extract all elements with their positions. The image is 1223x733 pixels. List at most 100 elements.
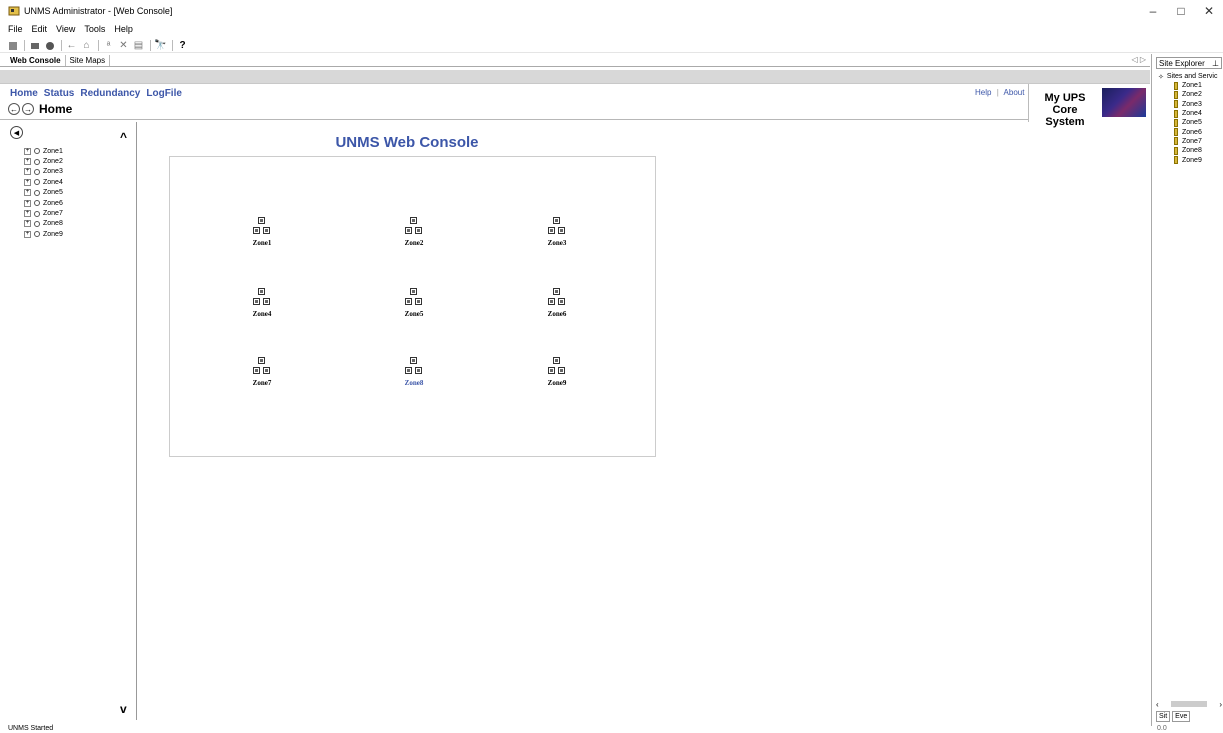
nav-status[interactable]: Status [44, 88, 75, 99]
tree-item[interactable]: + Zone7 [24, 208, 63, 218]
site-explorer-header: Site Explorer ⊥ [1156, 57, 1222, 69]
maximize-button[interactable]: □ [1167, 0, 1195, 22]
zone-node[interactable]: Zone2 [394, 217, 434, 247]
tab-web-console[interactable]: Web Console [6, 55, 66, 66]
scroll-up-icon[interactable]: ^ [120, 130, 127, 144]
site-tree-item[interactable]: Zone9 [1174, 155, 1217, 165]
site-tree-item[interactable]: Zone4 [1174, 109, 1217, 118]
zone-status-icon [34, 220, 40, 227]
toolbar-separator [98, 40, 99, 51]
nav-redundancy[interactable]: Redundancy [80, 88, 140, 99]
horizontal-scrollbar[interactable]: ‹ › [1156, 700, 1222, 709]
about-link[interactable]: About [1004, 88, 1025, 97]
menu-tools[interactable]: Tools [84, 22, 105, 36]
expand-icon[interactable]: + [24, 178, 31, 186]
zone-node[interactable]: Zone3 [537, 217, 577, 247]
tree-item[interactable]: + Zone9 [24, 229, 63, 239]
left-tree-pane: ◀ ^ + Zone1 + Zone2 + Zone3 + Zone4 + Zone5 +… [0, 122, 137, 720]
sites-icon: ✧ [1158, 73, 1164, 81]
back-arrow-icon[interactable]: ← [65, 40, 78, 52]
close-button[interactable]: ✕ [1195, 0, 1223, 22]
nav-home[interactable]: Home [10, 88, 38, 99]
zone-status-icon [34, 179, 40, 186]
tree-item[interactable]: + Zone4 [24, 177, 63, 187]
properties-icon[interactable]: ▤ [132, 40, 145, 52]
home-icon[interactable]: ⌂ [80, 40, 93, 52]
site-tree-item[interactable]: Zone1 [1174, 81, 1217, 90]
help-icon[interactable]: ? [176, 40, 189, 52]
zone-status-icon [34, 189, 40, 196]
zone-label: Zone6 [547, 310, 567, 318]
expand-icon[interactable]: + [24, 220, 31, 228]
forward-icon[interactable]: → [22, 103, 34, 115]
back-icon[interactable]: ← [8, 103, 20, 115]
site-tree-item[interactable]: Zone6 [1174, 127, 1217, 137]
save-icon[interactable] [6, 40, 19, 52]
site-tree-item[interactable]: Zone8 [1174, 146, 1217, 155]
zone-node[interactable]: Zone4 [242, 288, 282, 318]
tree-item[interactable]: + Zone3 [24, 167, 63, 177]
zone-network-icon [253, 288, 271, 308]
toolbar-separator [172, 40, 173, 51]
tab-events[interactable]: Eve [1172, 711, 1191, 722]
site-tree-item[interactable]: Zone3 [1174, 100, 1217, 109]
tree-item[interactable]: + Zone1 [24, 146, 63, 156]
tree-item[interactable]: + Zone8 [24, 219, 63, 229]
scroll-left-icon[interactable]: ‹ [1156, 700, 1159, 709]
expand-icon[interactable]: + [24, 168, 31, 176]
zone-node[interactable]: Zone7 [242, 357, 282, 387]
grid-icon[interactable] [28, 40, 41, 52]
zone-node[interactable]: Zone5 [394, 288, 434, 318]
delete-icon[interactable]: ✕ [117, 40, 130, 52]
zone-label: Zone1 [252, 239, 272, 247]
zone-network-icon [405, 217, 423, 237]
tab-site-maps[interactable]: Site Maps [66, 55, 111, 66]
menu-edit[interactable]: Edit [32, 22, 48, 36]
bug-icon[interactable] [43, 40, 56, 52]
menu-view[interactable]: View [56, 22, 75, 36]
status-bar: UNMS Started 0.0 [0, 725, 1223, 733]
zone-node[interactable]: Zone9 [537, 357, 577, 387]
pin-icon[interactable]: ⊥ [1212, 59, 1219, 68]
tree-item[interactable]: + Zone6 [24, 198, 63, 208]
find-icon[interactable]: 🔭 [154, 40, 167, 52]
site-tree-item[interactable]: Zone7 [1174, 137, 1217, 146]
site-icon [1174, 100, 1178, 109]
site-tree-root[interactable]: ✧ Sites and Servic [1158, 72, 1217, 81]
tree-item[interactable]: + Zone5 [24, 188, 63, 198]
collapse-pane-icon[interactable]: ◀ [10, 126, 23, 139]
scroll-thumb[interactable] [1171, 701, 1207, 707]
brand-title: My UPS Core System [1032, 92, 1098, 128]
expand-icon[interactable]: + [24, 210, 31, 218]
zone-node[interactable]: Zone6 [537, 288, 577, 318]
expand-icon[interactable]: + [24, 199, 31, 207]
help-link[interactable]: Help [975, 88, 991, 97]
site-tree-item[interactable]: Zone2 [1174, 90, 1217, 99]
scroll-right-icon[interactable]: › [1219, 700, 1222, 709]
zone-label: Zone9 [547, 379, 567, 387]
site-tree-item[interactable]: Zone5 [1174, 118, 1217, 127]
zone-network-icon [548, 357, 566, 377]
zone-node[interactable]: Zone1 [242, 217, 282, 247]
tree-item[interactable]: + Zone2 [24, 156, 63, 166]
zone-status-icon [34, 231, 40, 238]
expand-icon[interactable]: + [24, 147, 31, 155]
zone-node[interactable]: Zone8 [394, 357, 434, 387]
tab-scroll-arrows[interactable]: ◁ ▷ [1131, 55, 1146, 64]
minimize-button[interactable]: – [1139, 0, 1167, 22]
breadcrumb: ← → Home [8, 102, 72, 116]
site-icon [1174, 156, 1178, 165]
nav-logfile[interactable]: LogFile [146, 88, 182, 99]
menu-help[interactable]: Help [114, 22, 133, 36]
zone-label: Zone3 [547, 239, 567, 247]
scroll-down-icon[interactable]: v [120, 702, 127, 716]
tab-sites[interactable]: Sit [1156, 711, 1171, 722]
rename-icon[interactable]: ᵃ [102, 40, 115, 52]
app-icon [8, 5, 20, 17]
expand-icon[interactable]: + [24, 230, 31, 238]
expand-icon[interactable]: + [24, 189, 31, 197]
zone-status-icon [34, 148, 40, 155]
web-nav: Home Status Redundancy LogFile [10, 88, 188, 99]
expand-icon[interactable]: + [24, 158, 31, 166]
menu-file[interactable]: File [8, 22, 23, 36]
